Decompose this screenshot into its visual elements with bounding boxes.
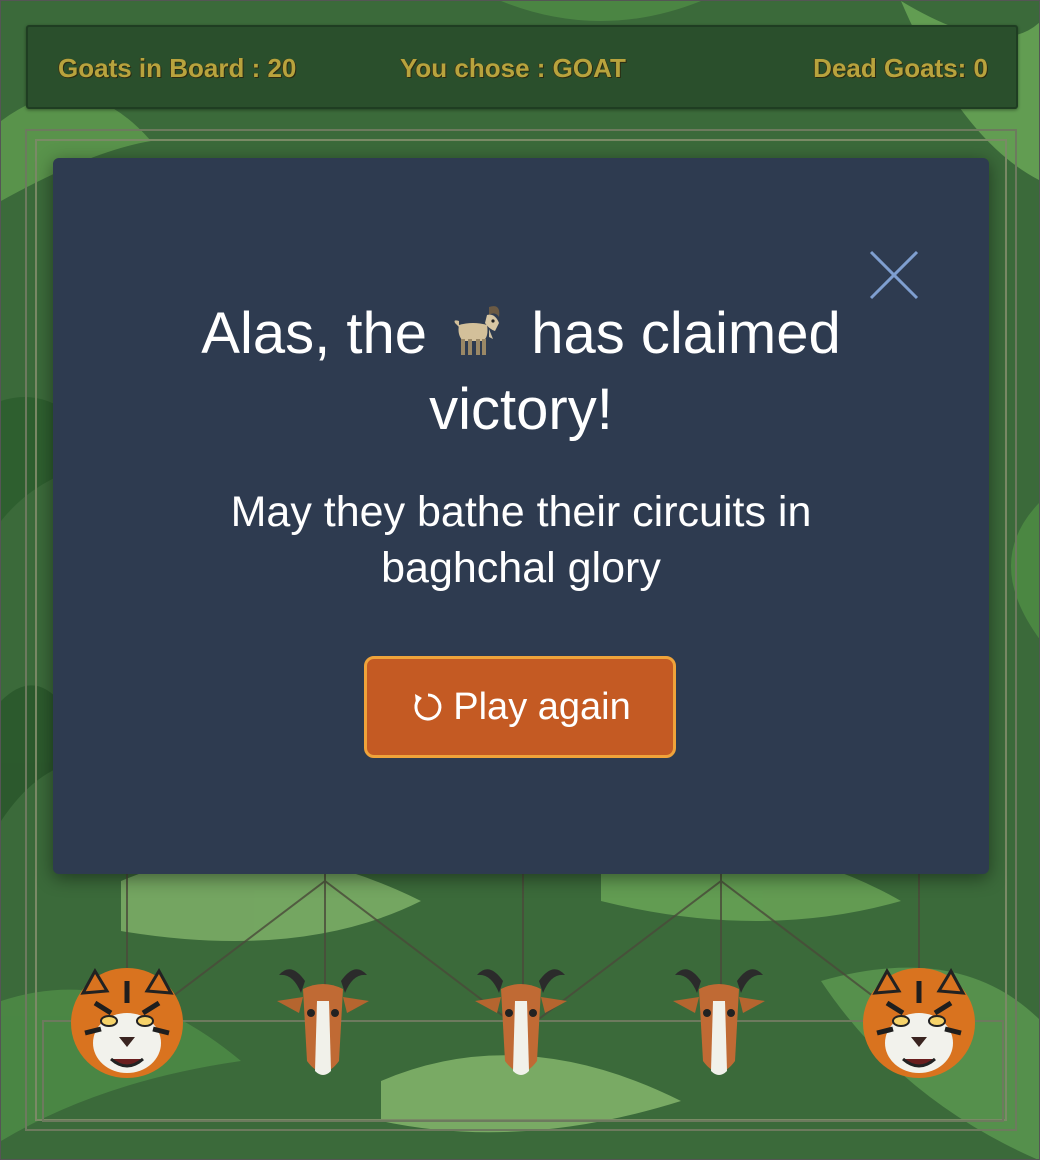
- subtitle-line-1: May they bathe their circuits in: [230, 488, 812, 536]
- play-again-label: Play again: [453, 685, 631, 728]
- dead-goats-counter: Dead Goats: 0: [813, 53, 988, 83]
- tiger-piece[interactable]: [65, 963, 189, 1085]
- play-again-button[interactable]: Play again: [364, 656, 676, 758]
- subtitle-line-2: baghchal glory: [381, 544, 661, 592]
- goat-piece[interactable]: [471, 961, 571, 1085]
- goat-emoji-icon: [454, 306, 500, 355]
- title-part-1: Alas, the: [201, 301, 427, 366]
- victory-subtitle: May they bathe their circuits in baghcha…: [53, 484, 989, 596]
- game-window: Goats in Board : 20 You chose : GOAT Dea…: [0, 0, 1040, 1160]
- goat-piece[interactable]: [669, 961, 769, 1085]
- victory-modal: Alas, the has claimed victory! May they …: [53, 158, 989, 874]
- title-part-2: has claimed: [531, 301, 841, 366]
- replay-icon: [414, 693, 442, 721]
- goat-piece[interactable]: [273, 961, 373, 1085]
- victory-title: Alas, the has claimed victory!: [53, 296, 989, 448]
- goats-in-board-counter: Goats in Board : 20: [58, 53, 297, 83]
- tiger-piece[interactable]: [857, 963, 981, 1085]
- score-bar: Goats in Board : 20 You chose : GOAT Dea…: [26, 25, 1018, 109]
- title-line-2: victory!: [429, 377, 613, 442]
- player-choice-label: You chose : GOAT: [400, 53, 626, 83]
